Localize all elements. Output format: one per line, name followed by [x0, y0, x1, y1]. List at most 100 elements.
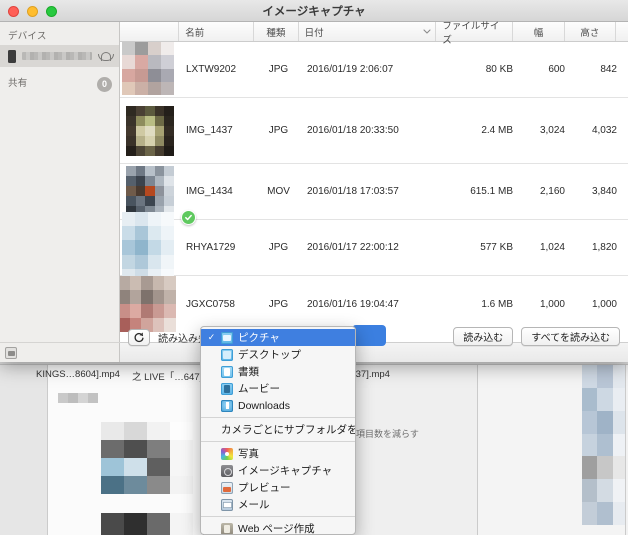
folder-pictures-icon	[221, 331, 233, 344]
cell-kind: JPG	[268, 298, 289, 310]
cell-name: IMG_1437	[186, 125, 233, 136]
menu-item-desktop[interactable]: デスクトップ	[201, 346, 355, 363]
cell-height: 842	[600, 64, 617, 75]
minimize-button[interactable]	[27, 6, 38, 17]
cell-date: 2016/01/18 20:33:50	[307, 125, 399, 136]
image-capture-window[interactable]: イメージキャプチャ デバイス 共有 0 名前 種類 日付 ファイルサイズ 幅 高…	[0, 0, 628, 362]
file-thumbnail	[122, 42, 174, 96]
sidebar-item-device[interactable]	[0, 45, 119, 67]
column-header-date[interactable]: 日付	[299, 22, 437, 41]
import-toolbar[interactable]: 読み込み先： 読み込む すべてを読み込む	[120, 324, 628, 350]
sidebar-section-devices-header: デバイス	[8, 31, 47, 42]
menu-item-label: 書類	[238, 366, 259, 378]
sidebar-shared-row[interactable]: 0	[0, 73, 119, 95]
column-header-label: 種類	[266, 27, 286, 39]
cell-height: 1,000	[591, 298, 617, 310]
menu-item-movies[interactable]: ムービー	[201, 380, 355, 397]
imported-check-icon	[181, 209, 196, 225]
menu-item-label: デスクトップ	[238, 349, 301, 361]
checkmark-icon: ✓	[207, 332, 216, 342]
column-header-kind[interactable]: 種類	[254, 22, 299, 41]
table-row[interactable]: LXTW9202 JPG 2016/01/19 2:06:07 80 KB 60…	[120, 42, 628, 98]
file-thumbnail	[122, 211, 174, 284]
file-list-panel[interactable]: 名前 種類 日付 ファイルサイズ 幅 高さ LXTW9202 JPG 2016/…	[120, 21, 628, 362]
import-all-button[interactable]: すべてを読み込む	[521, 327, 620, 346]
thumbnail-cell	[120, 42, 180, 98]
cell-size: 1.6 MB	[481, 298, 513, 310]
file-thumbnail	[126, 105, 174, 156]
photos-app-icon	[221, 447, 233, 460]
folder-downloads-icon	[221, 399, 233, 412]
import-button[interactable]: 読み込む	[453, 327, 514, 346]
close-button[interactable]	[8, 6, 19, 17]
menu-item-label: ムービー	[238, 383, 280, 395]
menu-item-create-subfolder[interactable]: カメラごとにサブフォルダを作成	[201, 421, 355, 438]
automator-icon	[221, 522, 233, 534]
menu-item-label: 写真	[238, 448, 259, 460]
sidebar-footer	[0, 342, 120, 362]
menu-item-label: プレビュー	[238, 482, 291, 494]
folder-desktop-icon	[221, 348, 233, 361]
menu-item-pictures[interactable]: ✓ ピクチャ	[201, 329, 355, 346]
menu-item-documents[interactable]: 書類	[201, 363, 355, 380]
cell-size: 2.4 MB	[481, 125, 513, 136]
cell-height: 1,820	[591, 242, 617, 253]
menu-item-label: Downloads	[238, 399, 290, 412]
background-column-4[interactable]	[478, 365, 626, 535]
rotate-left-icon[interactable]	[128, 328, 150, 346]
background-thumbnail	[101, 422, 193, 494]
destination-popup-button[interactable]	[352, 325, 386, 346]
image-capture-app-icon	[221, 464, 233, 477]
menu-separator	[201, 516, 355, 517]
column-header-label: 幅	[533, 27, 544, 39]
file-thumbnail	[126, 165, 174, 216]
cell-width: 600	[548, 64, 565, 75]
cell-height: 4,032	[591, 125, 617, 136]
menu-item-downloads[interactable]: Downloads	[201, 397, 355, 414]
menu-item-preview[interactable]: プレビュー	[201, 479, 355, 496]
cell-width: 3,024	[539, 125, 565, 136]
cell-name: RHYA1729	[186, 242, 236, 253]
table-row[interactable]: RHYA1729 JPG 2016/01/17 22:00:12 577 KB …	[120, 211, 628, 284]
background-filename[interactable]: KINGS…8604].mp4	[36, 369, 120, 380]
column-header-size[interactable]: ファイルサイズ	[436, 21, 514, 46]
background-column-1[interactable]	[0, 365, 48, 535]
menu-item-build-web-page[interactable]: Web ページ作成	[201, 520, 355, 535]
cell-width: 2,160	[539, 186, 565, 197]
zoom-button[interactable]	[46, 6, 57, 17]
column-header-thumb[interactable]	[120, 22, 180, 41]
column-header-label: 日付	[304, 27, 324, 39]
column-header-name[interactable]: 名前	[179, 22, 255, 41]
column-header-height[interactable]: 高さ	[565, 22, 616, 41]
eject-icon[interactable]	[5, 347, 17, 359]
thumbnail-cell	[120, 211, 180, 284]
sidebar[interactable]: デバイス 共有 0	[0, 22, 120, 362]
cell-height: 3,840	[591, 186, 617, 197]
column-header-label: 名前	[185, 27, 205, 39]
menu-separator	[201, 441, 355, 442]
cell-kind: MOV	[267, 186, 290, 197]
cell-width: 1,024	[539, 242, 565, 253]
menu-item-image-capture[interactable]: イメージキャプチャ	[201, 462, 355, 479]
folder-movies-icon	[221, 382, 233, 395]
cell-name: LXTW9202	[186, 64, 237, 75]
shared-count-badge: 0	[97, 76, 112, 92]
import-buttons[interactable]: 読み込む すべてを読み込む	[453, 327, 620, 346]
destination-dropdown-menu[interactable]: ✓ ピクチャ デスクトップ 書類 ムービー Downloads カメラごとにサブ…	[200, 326, 356, 535]
table-row[interactable]: IMG_1437 JPG 2016/01/18 20:33:50 2.4 MB …	[120, 98, 628, 164]
cell-name: JGXC0758	[186, 298, 235, 310]
column-header-width[interactable]: 幅	[513, 22, 565, 41]
menu-item-mail[interactable]: メール	[201, 496, 355, 513]
file-list[interactable]: LXTW9202 JPG 2016/01/19 2:06:07 80 KB 60…	[120, 42, 628, 342]
menu-item-photos[interactable]: 写真	[201, 445, 355, 462]
table-header[interactable]: 名前 種類 日付 ファイルサイズ 幅 高さ	[120, 21, 628, 46]
background-thumbnail	[582, 365, 625, 525]
chevron-down-icon	[423, 28, 431, 35]
menu-item-label: カメラごとにサブフォルダを作成	[221, 424, 356, 436]
window-controls[interactable]	[8, 6, 57, 17]
device-icon	[8, 49, 16, 63]
table-row[interactable]: IMG_1434 MOV 2016/01/18 17:03:57 615.1 M…	[120, 164, 628, 225]
menu-item-label: Web ページ作成	[238, 523, 315, 535]
window-titlebar[interactable]: イメージキャプチャ	[0, 0, 628, 22]
preview-app-icon	[221, 481, 233, 494]
